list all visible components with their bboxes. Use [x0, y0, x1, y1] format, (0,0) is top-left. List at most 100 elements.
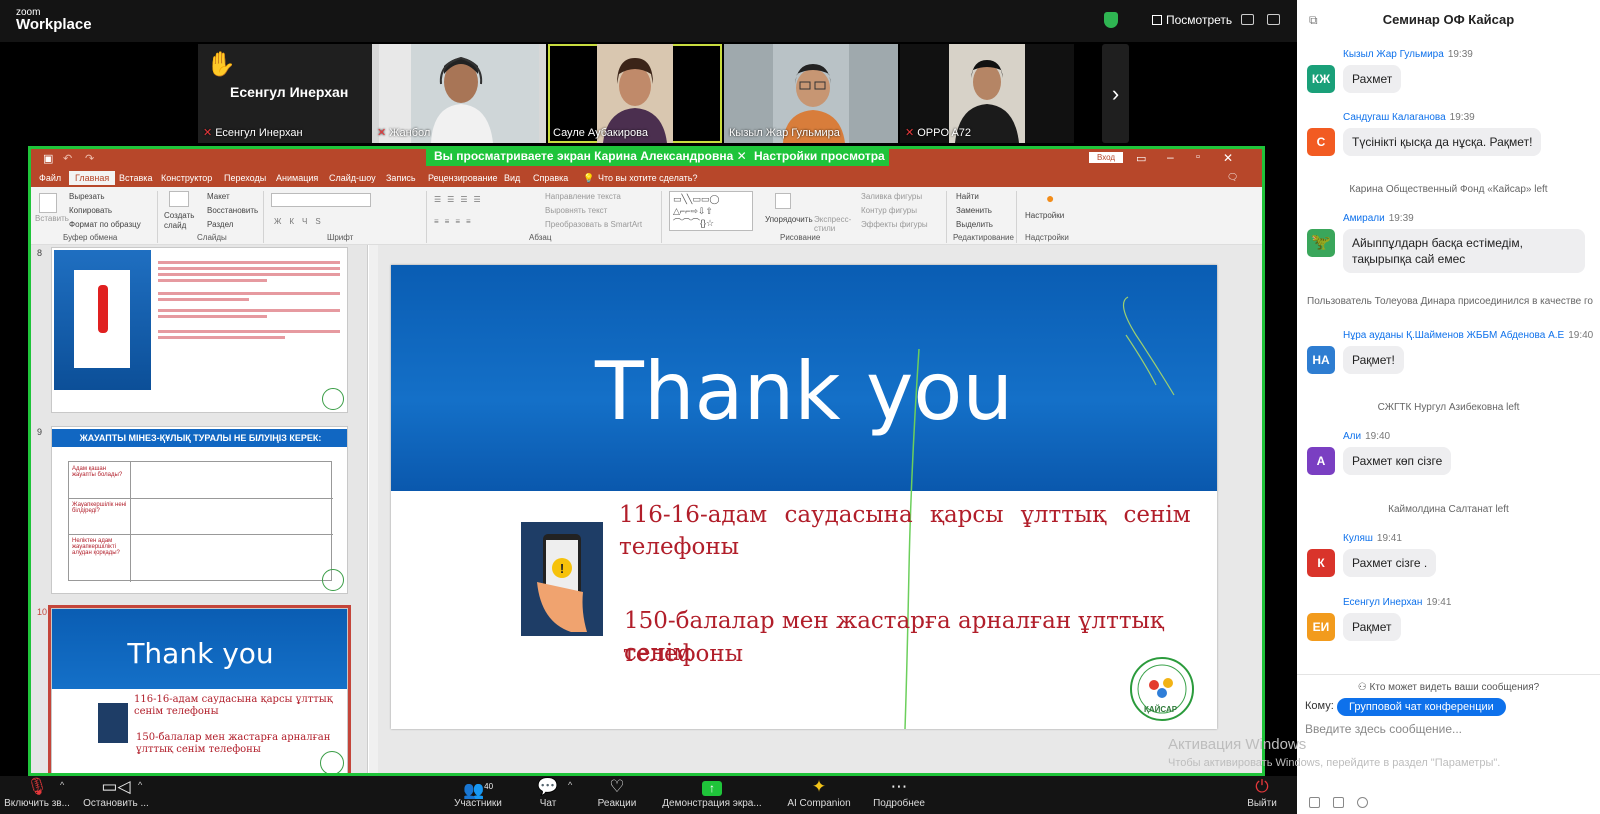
avatar[interactable]: А — [1307, 447, 1335, 475]
sender-name[interactable]: Али — [1343, 431, 1361, 442]
ai-companion-button[interactable]: ✦ AI Companion — [784, 776, 854, 810]
avatar[interactable]: ЕИ — [1307, 613, 1335, 641]
align-icons[interactable]: ≡≡≡≡ — [434, 217, 477, 226]
tab-home[interactable]: Главная — [69, 171, 116, 185]
chat-options-chevron-icon[interactable]: ^ — [568, 780, 572, 790]
find-button[interactable]: Найти — [956, 192, 979, 201]
copy-button[interactable]: Копировать — [69, 206, 112, 215]
shared-screen[interactable]: ▣ ↶ ↷ Вход ▭ – ▫ ✕ Файл Главная Вставка … — [28, 146, 1265, 776]
select-button[interactable]: Выделить — [956, 220, 993, 229]
video-options-chevron-icon[interactable]: ^ — [138, 780, 142, 790]
avatar[interactable]: КЖ — [1307, 65, 1335, 93]
minimize-icon[interactable]: – — [1167, 150, 1174, 164]
close-icon[interactable]: ✕ — [1223, 151, 1233, 165]
tab-transitions[interactable]: Переходы — [224, 173, 266, 183]
leave-button[interactable]: ⏻ Выйти — [1240, 776, 1284, 810]
fullscreen-icon[interactable] — [1267, 14, 1280, 25]
message-bubble[interactable]: Рахмет сізге . — [1343, 549, 1437, 577]
tab-file[interactable]: Файл — [39, 173, 61, 183]
audio-options-chevron-icon[interactable]: ^ — [60, 780, 64, 790]
reset-button[interactable]: Восстановить — [207, 206, 258, 215]
arrange-icon[interactable] — [775, 193, 791, 209]
view-options-button[interactable]: Настройки просмотра — [750, 146, 889, 166]
encryption-shield-icon[interactable] — [1104, 12, 1118, 28]
addins-icon[interactable]: ● — [1046, 190, 1054, 206]
sender-name[interactable]: Кызыл Жар Гульмира — [1343, 49, 1444, 60]
avatar[interactable]: К — [1307, 549, 1335, 577]
sender-name[interactable]: Нұра ауданы Қ.Шайменов ЖББМ Абденова А.Е — [1343, 330, 1564, 341]
participants-button[interactable]: 👥40 Участники — [450, 776, 506, 809]
align-text-button[interactable]: Выровнять текст — [545, 206, 607, 215]
sign-in-button[interactable]: Вход — [1089, 152, 1124, 163]
message-bubble[interactable]: Рақмет! — [1343, 346, 1404, 374]
thumbnail-scrollbar[interactable] — [369, 245, 378, 773]
tab-view[interactable]: Вид — [504, 173, 520, 183]
save-icon[interactable]: ▣ — [43, 152, 53, 165]
slide-canvas[interactable]: Thank you ! 116-16-адам саудасына қарсы … — [391, 265, 1217, 729]
replace-button[interactable]: Заменить — [956, 206, 992, 215]
chat-button[interactable]: 💬 Чат — [528, 776, 568, 810]
slide-thumbnail-selected[interactable]: Thank you 116-16-адам саудасына қарсы ұл… — [48, 605, 351, 773]
slide-editor[interactable]: Thank you ! 116-16-адам саудасына қарсы … — [378, 245, 1262, 773]
list-icons[interactable]: ☰☰☰☰ — [434, 195, 487, 204]
smartart-button[interactable]: Преобразовать в SmartArt — [545, 220, 642, 229]
shapes-gallery[interactable]: ▭╲╲▭▭◯ △⌐⌐⇨⇩⇧ ⌒⌒⌒{}☆ — [669, 191, 753, 231]
shape-effects-button[interactable]: Эффекты фигуры — [861, 220, 928, 229]
cut-button[interactable]: Вырезать — [69, 192, 105, 201]
avatar[interactable]: НА — [1307, 346, 1335, 374]
paste-icon[interactable] — [39, 193, 57, 213]
shape-fill-button[interactable]: Заливка фигуры — [861, 192, 922, 201]
paste-button[interactable]: Вставить — [35, 214, 69, 223]
shape-outline-button[interactable]: Контур фигуры — [861, 206, 917, 215]
text-direction-button[interactable]: Направление текста — [545, 192, 621, 201]
new-slide-button[interactable]: Создать слайд — [164, 211, 194, 231]
share-screen-button[interactable]: ↑ Демонстрация экра... — [660, 776, 764, 809]
sender-name[interactable]: Амирали — [1343, 213, 1385, 224]
more-button[interactable]: ⋯ Подробнее — [868, 776, 930, 810]
avatar[interactable]: С — [1307, 128, 1335, 156]
participant-tile[interactable]: ✕ Жанбол — [372, 44, 546, 143]
message-bubble[interactable]: Рахмет көп сізге — [1343, 447, 1452, 475]
format-icon[interactable] — [1309, 797, 1320, 808]
emoji-icon[interactable] — [1357, 797, 1368, 808]
tab-record[interactable]: Запись — [386, 173, 416, 183]
section-button[interactable]: Раздел — [207, 220, 233, 229]
quick-styles-button[interactable]: Экспресс-стили — [814, 215, 854, 233]
gallery-icon[interactable] — [1241, 14, 1254, 25]
tell-me-search[interactable]: Что вы хотите сделать? — [598, 173, 698, 183]
tab-help[interactable]: Справка — [533, 173, 568, 183]
slide-thumbnail[interactable]: ЖАУАПТЫ МІНЕЗ-ҚҰЛЫҚ ТУРАЛЫ НЕ БІЛУІҢІЗ К… — [51, 426, 348, 594]
arrange-button[interactable]: Упорядочить — [765, 215, 813, 224]
comments-icon[interactable]: 🗨 — [1227, 172, 1238, 183]
sender-name[interactable]: Сандугаш Калаганова — [1343, 112, 1446, 123]
avatar-dinosaur-icon[interactable]: 🦖 — [1307, 229, 1335, 257]
reactions-button[interactable]: ♡ Реакции — [594, 776, 640, 810]
participant-tile[interactable]: ✋ Есенгул Инерхан ✕ Есенгул Инерхан — [198, 44, 372, 143]
who-can-see-link[interactable]: ⚇ Кто может видеть ваши сообщения? — [1297, 682, 1600, 693]
view-button[interactable]: Посмотреть — [1152, 13, 1232, 27]
tab-design[interactable]: Конструктор — [161, 173, 212, 183]
redo-icon[interactable]: ↷ — [85, 152, 94, 165]
font-format-icons[interactable]: ЖКЧS — [274, 217, 329, 226]
tab-review[interactable]: Рецензирование — [428, 173, 498, 183]
file-icon[interactable] — [1333, 797, 1344, 808]
message-bubble[interactable]: Рақмет — [1343, 613, 1401, 641]
slide-thumbnails-pane[interactable]: 8 9 ЖАУАПТЫ МІНЕЗ-ҚҰЛЫҚ ТУРАЛЫ НЕ БІЛУІҢ… — [31, 245, 368, 773]
layout-button[interactable]: Макет — [207, 192, 230, 201]
tab-animation[interactable]: Анимация — [276, 173, 318, 183]
message-bubble[interactable]: Түсінікті қысқа да нұсқа. Рақмет! — [1343, 128, 1542, 156]
chat-message-input[interactable]: Введите здесь сообщение... — [1305, 722, 1462, 736]
font-name-input[interactable] — [271, 193, 371, 207]
ribbon-display-icon[interactable]: ▭ — [1136, 152, 1146, 165]
participant-tile-active-speaker[interactable]: Сауле Аубакирова — [548, 44, 722, 143]
sender-name[interactable]: Куляш — [1343, 533, 1373, 544]
undo-icon[interactable]: ↶ — [63, 152, 72, 165]
maximize-icon[interactable]: ▫ — [1196, 151, 1200, 163]
slide-thumbnail[interactable] — [51, 247, 348, 413]
participant-tile[interactable]: ✕ OPPO A72 — [900, 44, 1074, 143]
recipient-dropdown[interactable]: Групповой чат конференции — [1337, 698, 1506, 716]
participant-tile[interactable]: Кызыл Жар Гульмира — [724, 44, 898, 143]
sender-name[interactable]: Есенгул Инерхан — [1343, 597, 1422, 608]
message-bubble[interactable]: Рахмет — [1343, 65, 1402, 93]
tab-slideshow[interactable]: Слайд-шоу — [329, 173, 376, 183]
